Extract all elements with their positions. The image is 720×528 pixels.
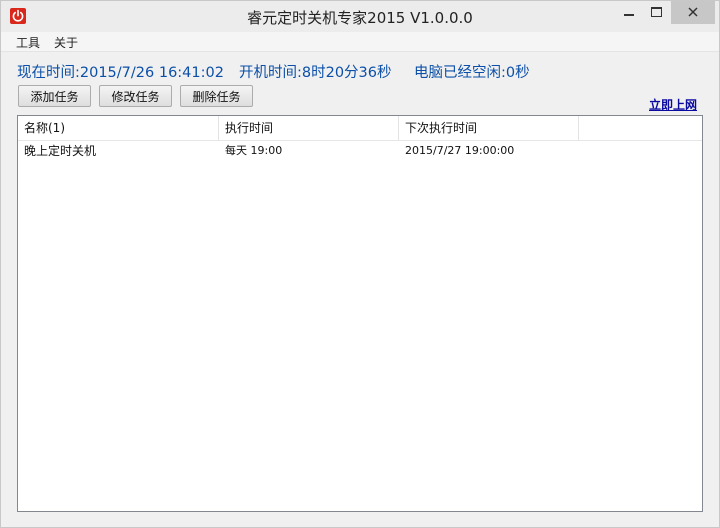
title-bar[interactable]: 睿元定时关机专家2015 V1.0.0.0: [1, 1, 719, 32]
go-online-link[interactable]: 立即上网: [649, 96, 697, 113]
task-exec-time-cell: 每天 19:00: [225, 144, 283, 157]
menu-bar: 工具 关于: [1, 32, 719, 52]
window-title: 睿元定时关机专家2015 V1.0.0.0: [247, 9, 473, 27]
add-task-button[interactable]: 添加任务: [18, 85, 91, 107]
column-header-name[interactable]: 名称(1): [18, 116, 219, 140]
close-icon: [688, 7, 698, 17]
delete-task-button[interactable]: 删除任务: [180, 85, 253, 107]
maximize-icon: [651, 7, 662, 17]
column-header-filler: [579, 116, 702, 140]
idle-time-label: 电脑已经空闲:0秒: [414, 65, 530, 81]
column-header-next-time[interactable]: 下次执行时间: [399, 116, 579, 140]
task-name-cell: 晚上定时关机: [24, 144, 97, 158]
app-window: 睿元定时关机专家2015 V1.0.0.0 工具 关于 现在时间:2015/7/…: [0, 0, 720, 528]
minimize-icon: [624, 14, 634, 16]
uptime-label: 开机时间:8时20分36秒: [239, 65, 392, 81]
current-time-label: 现在时间:2015/7/26 16:41:02: [17, 65, 224, 81]
table-row[interactable]: 晚上定时关机 每天 19:00 2015/7/27 19:00:00: [18, 141, 702, 161]
column-header-exec-time[interactable]: 执行时间: [219, 116, 399, 140]
task-list-header: 名称(1) 执行时间 下次执行时间: [18, 116, 702, 141]
menu-tools[interactable]: 工具: [16, 34, 40, 51]
menu-about[interactable]: 关于: [54, 34, 78, 51]
task-next-time-cell: 2015/7/27 19:00:00: [405, 144, 515, 157]
edit-task-button[interactable]: 修改任务: [99, 85, 172, 107]
close-button[interactable]: [671, 1, 715, 24]
task-list[interactable]: 名称(1) 执行时间 下次执行时间 晚上定时关机 每天 19:00 2015/7…: [17, 115, 703, 512]
maximize-button[interactable]: [641, 1, 673, 24]
